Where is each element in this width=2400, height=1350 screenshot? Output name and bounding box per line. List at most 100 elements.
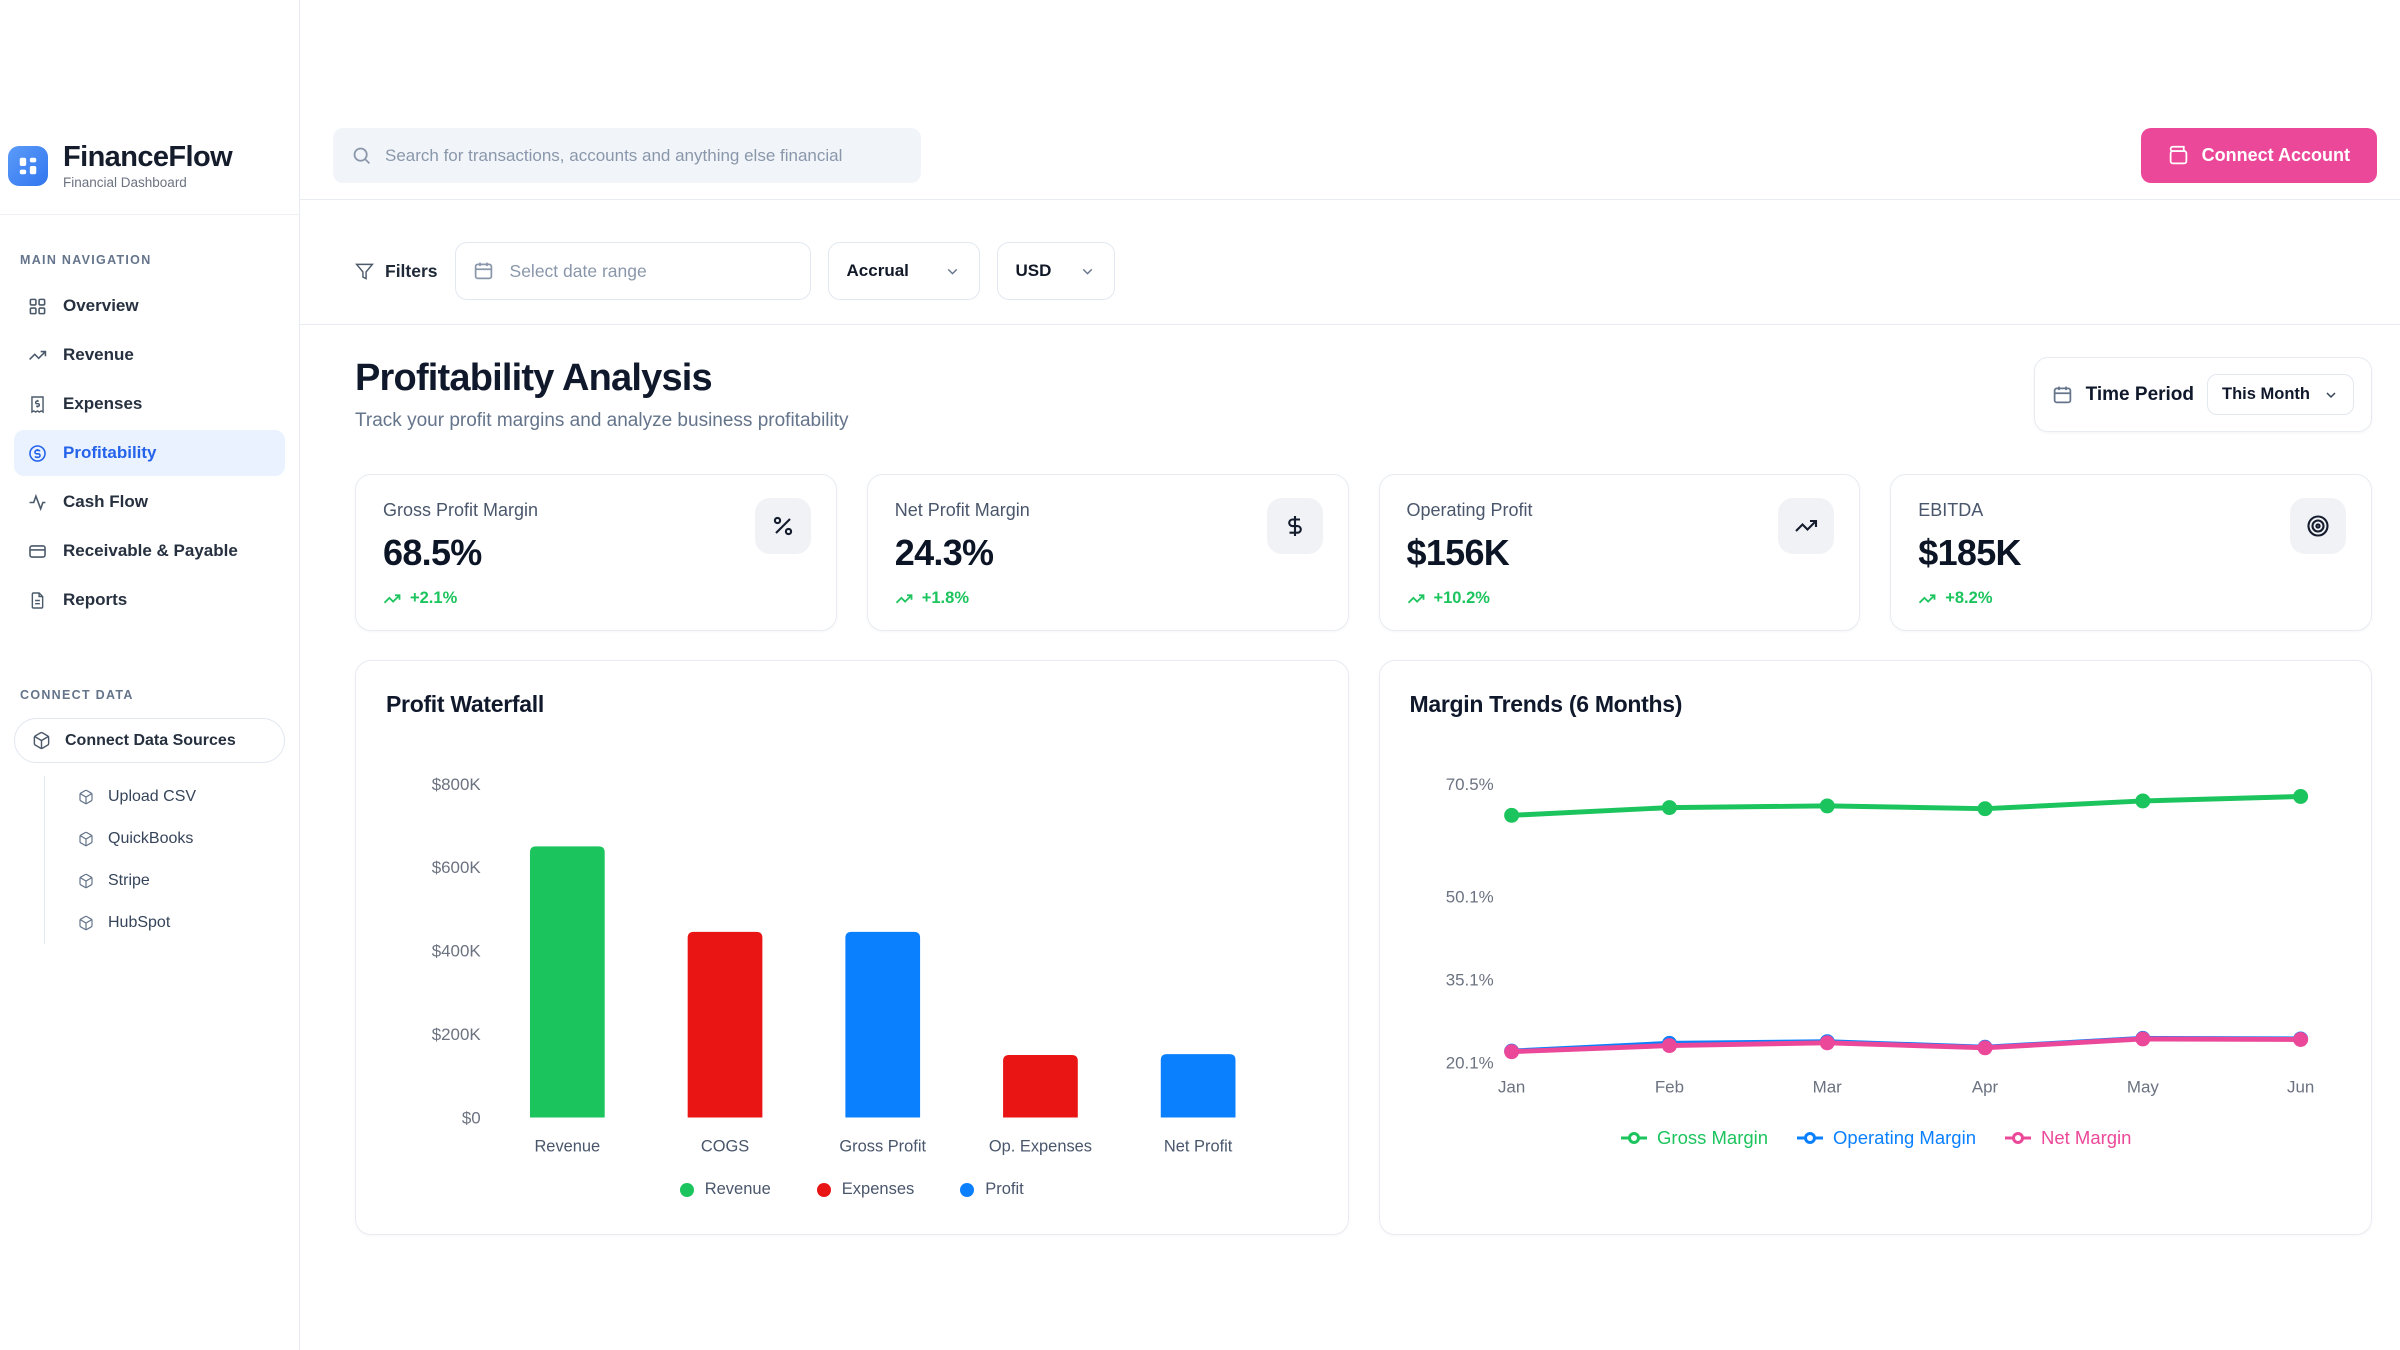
box-icon [32,731,51,750]
sidebar-item-label: Reports [63,590,127,610]
target-icon [2306,514,2330,538]
dollar-icon [1283,514,1307,538]
sidebar-item-expenses[interactable]: Expenses [14,381,285,427]
trending-up-icon [1407,590,1425,608]
kpi-card-net-profit-margin: Net Profit Margin 24.3% +1.8% [867,474,1349,631]
connect-account-button[interactable]: Connect Account [2141,128,2377,183]
data-point [1977,1040,1992,1055]
sidebar-item-receivable-payable[interactable]: Receivable & Payable [14,528,285,574]
waterfall-bar [845,932,920,1118]
data-point [1504,1044,1519,1059]
margin-trends-card: Margin Trends (6 Months) 70.5%50.1%35.1%… [1379,660,2373,1235]
main-navigation: MAIN NAVIGATION Overview Revenue Expense… [0,215,299,623]
x-tick-label: Gross Profit [839,1137,926,1155]
kpi-card-operating-profit: Operating Profit $156K +10.2% [1379,474,1861,631]
kpi-icon-box [1778,498,1834,554]
legend-label: Expenses [842,1180,914,1199]
time-period-select[interactable]: This Month [2207,374,2354,415]
accounting-basis-value: Accrual [847,261,909,281]
x-tick-label: Jan [1497,1078,1524,1097]
chart-title: Margin Trends (6 Months) [1410,691,2342,718]
legend-label: Operating Margin [1833,1127,1976,1149]
kpi-icon-box [2290,498,2346,554]
x-tick-label: Revenue [534,1137,600,1155]
data-point [1661,800,1676,815]
kpi-delta-value: +1.8% [922,589,969,608]
kpi-value: 24.3% [895,532,1321,574]
kpi-delta-value: +2.1% [410,589,457,608]
layout-grid-icon [28,297,47,316]
data-source-upload-csv[interactable]: Upload CSV [45,776,285,818]
x-tick-label: Feb [1654,1078,1683,1097]
activity-icon [28,493,47,512]
accounting-basis-select[interactable]: Accrual [828,242,980,300]
box-icon [78,831,94,847]
data-source-quickbooks[interactable]: QuickBooks [45,818,285,860]
kpi-delta: +2.1% [383,589,809,608]
currency-value: USD [1016,261,1052,281]
sidebar-item-reports[interactable]: Reports [14,577,285,623]
data-point [1819,798,1834,813]
sidebar-item-overview[interactable]: Overview [14,283,285,329]
legend-item-operating-margin: Operating Margin [1795,1127,1976,1149]
kpi-delta-value: +10.2% [1434,589,1490,608]
data-source-stripe[interactable]: Stripe [45,860,285,902]
x-tick-label: Mar [1812,1078,1842,1097]
filters-toggle[interactable]: Filters [355,261,438,282]
waterfall-bar [530,846,605,1117]
sidebar-item-label: Expenses [63,394,142,414]
date-range-input[interactable] [455,242,811,300]
page-header: Profitability Analysis Track your profit… [300,325,2400,432]
data-source-hubspot[interactable]: HubSpot [45,902,285,944]
data-point [2293,1032,2308,1047]
x-tick-label: Net Profit [1164,1137,1233,1155]
box-icon [78,915,94,931]
sidebar-item-revenue[interactable]: Revenue [14,332,285,378]
page-subtitle: Track your profit margins and analyze bu… [355,410,849,432]
kpi-delta: +1.8% [895,589,1321,608]
sidebar-item-label: Receivable & Payable [63,541,238,561]
wallet-icon [2168,145,2189,166]
y-tick-label: $0 [462,1108,481,1127]
legend-label: Profit [985,1180,1024,1199]
legend-item-expenses: Expenses [817,1180,914,1199]
legend-label: Revenue [705,1180,771,1199]
date-range-box [455,242,811,300]
kpi-card-gross-profit-margin: Gross Profit Margin 68.5% +2.1% [355,474,837,631]
funnel-icon [355,262,374,281]
y-tick-label: 20.1% [1445,1054,1493,1073]
search-input[interactable] [333,128,921,183]
charts-row: Profit Waterfall $0$200K$400K$600K$800KR… [300,631,2400,1235]
waterfall-bar [688,932,763,1118]
profit-waterfall-card: Profit Waterfall $0$200K$400K$600K$800KR… [355,660,1349,1235]
chevron-down-icon [944,263,961,280]
sidebar-item-cash-flow[interactable]: Cash Flow [14,479,285,525]
kpi-delta: +10.2% [1407,589,1833,608]
y-tick-label: 35.1% [1445,971,1493,990]
search-icon [351,145,372,166]
trend-line [1511,797,2300,816]
filters-label: Filters [385,261,438,282]
currency-select[interactable]: USD [997,242,1115,300]
file-text-icon [28,591,47,610]
time-period-label: Time Period [2086,384,2194,406]
connect-data-sources-button[interactable]: Connect Data Sources [14,718,285,763]
waterfall-bar [1003,1055,1078,1118]
y-tick-label: $200K [432,1025,482,1044]
trending-up-icon [28,346,47,365]
kpi-delta-value: +8.2% [1945,589,1992,608]
legend-dot [817,1183,831,1197]
circle-dollar-icon [28,444,47,463]
waterfall-legend: Revenue Expenses Profit [386,1180,1318,1199]
data-source-list: Upload CSV QuickBooks Stripe [44,776,285,944]
receipt-icon [28,395,47,414]
data-point [1819,1035,1834,1050]
kpi-value: $156K [1407,532,1833,574]
app-tagline: Financial Dashboard [63,175,232,190]
app-logo-icon [8,146,48,186]
sidebar-item-profitability[interactable]: Profitability [14,430,285,476]
data-source-label: QuickBooks [108,830,193,848]
trending-up-icon [383,590,401,608]
main-content: Connect Account Filters Accrual USD [300,0,2400,1235]
kpi-label: Operating Profit [1407,500,1833,521]
